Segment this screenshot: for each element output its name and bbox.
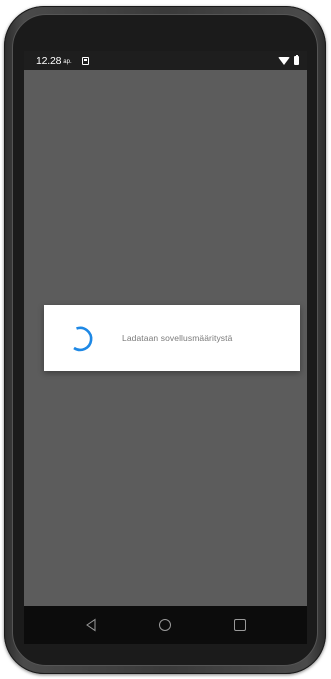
navigation-bar <box>24 606 307 644</box>
notification-icon <box>81 56 89 65</box>
status-time: 12.28 <box>36 54 62 67</box>
status-bar: 12.28 ap. <box>24 51 307 70</box>
loading-dialog: Ladataan sovellusmääritystä <box>44 305 300 371</box>
recents-square-icon <box>233 619 246 631</box>
status-icons <box>278 54 299 65</box>
status-ampm: ap. <box>63 59 72 65</box>
wifi-icon <box>278 56 290 65</box>
nav-back-button[interactable] <box>76 610 106 640</box>
battery-icon <box>294 54 299 65</box>
device-screen: 12.28 ap. Ladataan sovellusmääritystä <box>24 51 307 644</box>
loading-message: Ladataan sovellusmääritystä <box>122 333 233 343</box>
nav-recents-button[interactable] <box>225 610 255 640</box>
home-circle-icon <box>159 619 172 631</box>
nav-home-button[interactable] <box>150 610 180 640</box>
loading-spinner-icon <box>73 326 93 352</box>
back-triangle-icon <box>86 618 96 632</box>
